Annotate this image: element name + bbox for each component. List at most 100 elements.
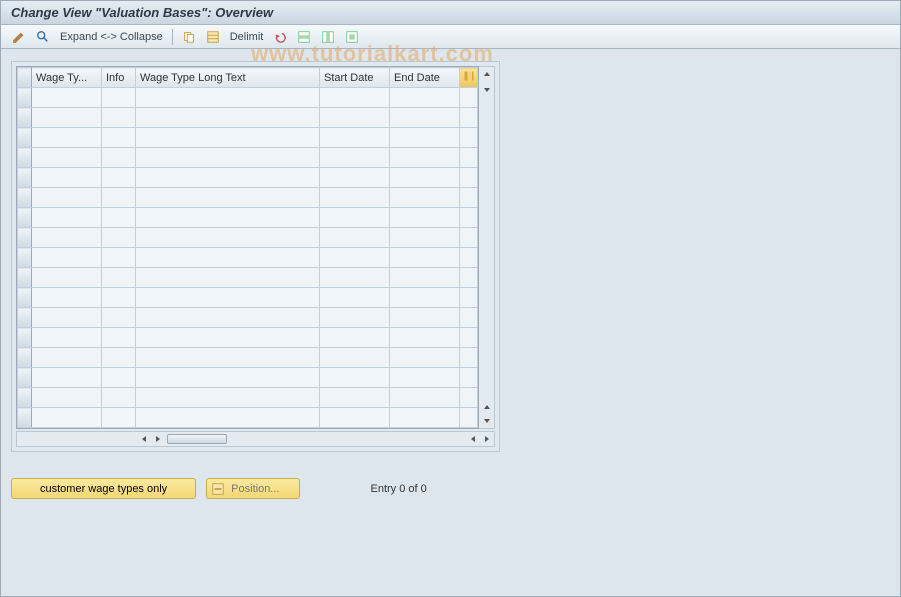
undo-icon[interactable] (270, 28, 290, 46)
cell-start[interactable] (320, 308, 390, 328)
cell-wage_ty[interactable] (32, 328, 102, 348)
select-all-icon[interactable] (203, 28, 223, 46)
table-settings-icon[interactable] (460, 68, 478, 88)
cell-info[interactable] (102, 128, 136, 148)
cell-rowhead[interactable] (18, 168, 32, 188)
expand-collapse-icon[interactable] (33, 28, 53, 46)
cell-wage_ty[interactable] (32, 248, 102, 268)
cell-settings[interactable] (460, 248, 478, 268)
cell-rowhead[interactable] (18, 368, 32, 388)
cell-start[interactable] (320, 288, 390, 308)
cell-end[interactable] (390, 168, 460, 188)
cell-long_text[interactable] (136, 228, 320, 248)
col-header-end[interactable]: End Date (390, 68, 460, 88)
cell-end[interactable] (390, 108, 460, 128)
cell-wage_ty[interactable] (32, 128, 102, 148)
cell-start[interactable] (320, 188, 390, 208)
cell-start[interactable] (320, 228, 390, 248)
cell-rowhead[interactable] (18, 228, 32, 248)
cell-start[interactable] (320, 108, 390, 128)
scroll-thumb[interactable] (167, 434, 227, 444)
table-row[interactable] (18, 188, 478, 208)
cell-end[interactable] (390, 268, 460, 288)
row-select-icon[interactable] (294, 28, 314, 46)
cell-end[interactable] (390, 88, 460, 108)
cell-end[interactable] (390, 308, 460, 328)
cell-settings[interactable] (460, 348, 478, 368)
cell-start[interactable] (320, 368, 390, 388)
cell-end[interactable] (390, 208, 460, 228)
toggle-edit-icon[interactable] (9, 28, 29, 46)
cell-settings[interactable] (460, 228, 478, 248)
cell-long_text[interactable] (136, 88, 320, 108)
table-row[interactable] (18, 308, 478, 328)
cell-info[interactable] (102, 168, 136, 188)
cell-long_text[interactable] (136, 208, 320, 228)
scroll-right-icon[interactable] (151, 432, 165, 446)
cell-info[interactable] (102, 408, 136, 428)
cell-settings[interactable] (460, 88, 478, 108)
cell-info[interactable] (102, 328, 136, 348)
cell-end[interactable] (390, 388, 460, 408)
cell-wage_ty[interactable] (32, 308, 102, 328)
cell-info[interactable] (102, 148, 136, 168)
block-select-icon[interactable] (342, 28, 362, 46)
customer-wage-types-button[interactable]: customer wage types only (11, 478, 196, 499)
cell-rowhead[interactable] (18, 128, 32, 148)
cell-settings[interactable] (460, 188, 478, 208)
col-header-rowhead[interactable] (18, 68, 32, 88)
cell-rowhead[interactable] (18, 348, 32, 368)
table-row[interactable] (18, 288, 478, 308)
table-row[interactable] (18, 148, 478, 168)
cell-start[interactable] (320, 208, 390, 228)
cell-long_text[interactable] (136, 168, 320, 188)
cell-rowhead[interactable] (18, 208, 32, 228)
cell-long_text[interactable] (136, 368, 320, 388)
table-row[interactable] (18, 248, 478, 268)
cell-rowhead[interactable] (18, 308, 32, 328)
scroll-right2-icon[interactable] (480, 432, 494, 446)
cell-settings[interactable] (460, 288, 478, 308)
cell-wage_ty[interactable] (32, 348, 102, 368)
cell-end[interactable] (390, 288, 460, 308)
cell-wage_ty[interactable] (32, 388, 102, 408)
cell-info[interactable] (102, 88, 136, 108)
scroll-up-icon[interactable] (479, 67, 494, 81)
cell-rowhead[interactable] (18, 148, 32, 168)
cell-start[interactable] (320, 168, 390, 188)
cell-start[interactable] (320, 348, 390, 368)
cell-end[interactable] (390, 348, 460, 368)
table-row[interactable] (18, 208, 478, 228)
position-button[interactable]: Position... (206, 478, 300, 499)
scroll-left-icon[interactable] (137, 432, 151, 446)
cell-rowhead[interactable] (18, 288, 32, 308)
col-header-info[interactable]: Info (102, 68, 136, 88)
cell-long_text[interactable] (136, 288, 320, 308)
cell-long_text[interactable] (136, 328, 320, 348)
col-header-start[interactable]: Start Date (320, 68, 390, 88)
scroll-down2-icon[interactable] (479, 414, 494, 428)
cell-long_text[interactable] (136, 128, 320, 148)
horizontal-scrollbar[interactable] (16, 431, 495, 447)
cell-start[interactable] (320, 248, 390, 268)
cell-wage_ty[interactable] (32, 368, 102, 388)
cell-end[interactable] (390, 248, 460, 268)
cell-long_text[interactable] (136, 348, 320, 368)
table-row[interactable] (18, 368, 478, 388)
cell-settings[interactable] (460, 268, 478, 288)
table-row[interactable] (18, 328, 478, 348)
cell-rowhead[interactable] (18, 268, 32, 288)
cell-end[interactable] (390, 188, 460, 208)
cell-wage_ty[interactable] (32, 188, 102, 208)
vertical-scrollbar[interactable] (479, 66, 495, 429)
cell-settings[interactable] (460, 328, 478, 348)
table-row[interactable] (18, 348, 478, 368)
cell-wage_ty[interactable] (32, 288, 102, 308)
copy-icon[interactable] (179, 28, 199, 46)
scroll-up2-icon[interactable] (479, 400, 494, 414)
cell-info[interactable] (102, 228, 136, 248)
scroll-down-icon[interactable] (479, 83, 494, 97)
cell-wage_ty[interactable] (32, 148, 102, 168)
col-header-wage_ty[interactable]: Wage Ty... (32, 68, 102, 88)
cell-start[interactable] (320, 148, 390, 168)
